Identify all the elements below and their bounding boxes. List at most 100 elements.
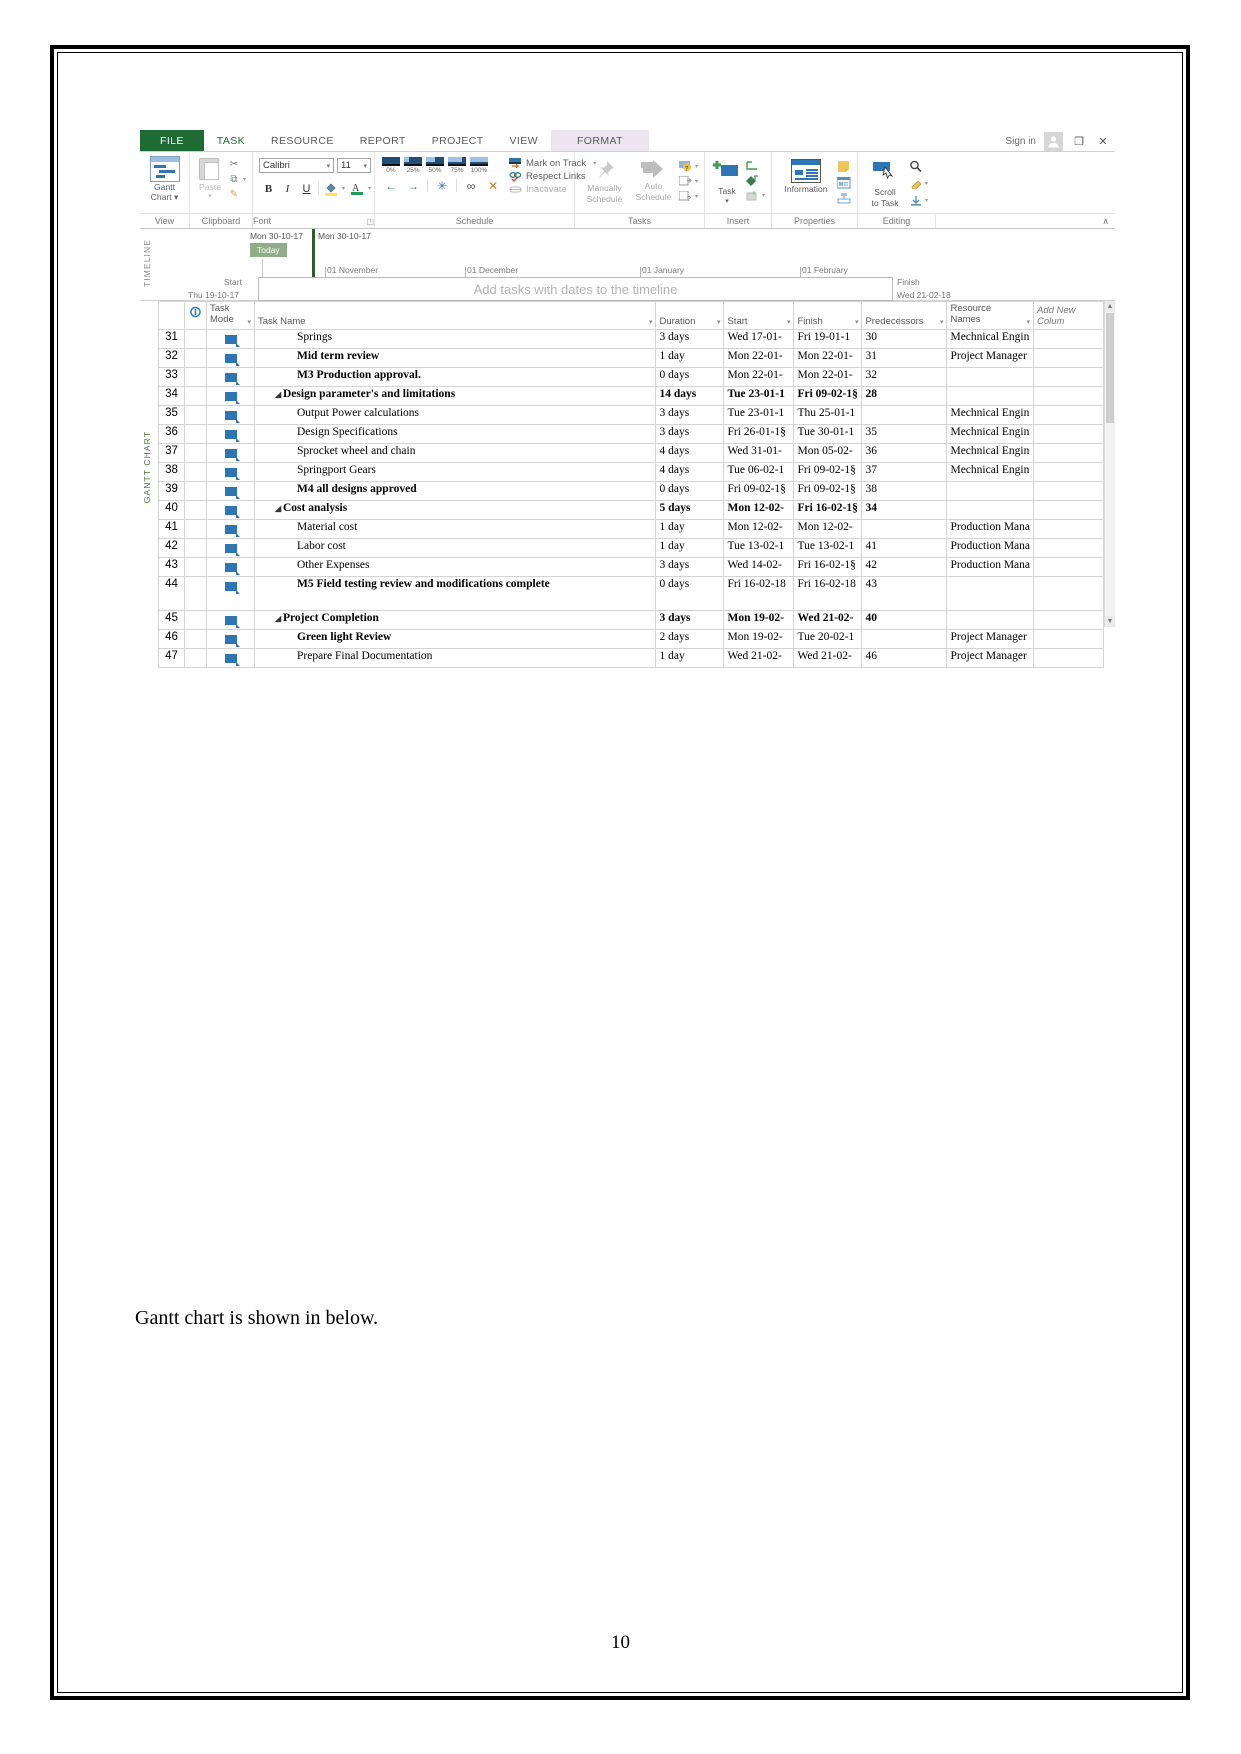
row-finish-cell[interactable]: Fri 16-02-1§ — [793, 557, 863, 577]
row-duration-cell[interactable]: 0 days — [655, 481, 725, 501]
collapse-ribbon-icon[interactable]: ∧ — [936, 214, 1115, 228]
row-start-cell[interactable]: Mon 19-02- — [723, 629, 795, 649]
row-task-name-cell[interactable]: ◢ Project Completion — [253, 610, 657, 630]
row-task-mode-cell[interactable] — [206, 443, 255, 463]
row-id-cell[interactable]: 37 — [158, 443, 185, 463]
row-task-name-cell[interactable]: Labor cost — [253, 538, 657, 558]
row-indicator-cell[interactable] — [184, 443, 207, 463]
row-duration-cell[interactable]: 0 days — [655, 367, 725, 387]
col-header-duration[interactable]: Duration ▾ — [655, 301, 725, 330]
row-predecessors-cell[interactable]: 38 — [861, 481, 948, 501]
font-dialog-launcher-icon[interactable]: ◳ — [366, 217, 374, 226]
col-header-start[interactable]: Start ▾ — [723, 301, 795, 330]
row-id-cell[interactable]: 40 — [158, 500, 185, 520]
row-task-name-cell[interactable]: ◢ Cost analysis — [253, 500, 657, 520]
row-indicator-cell[interactable] — [184, 629, 207, 649]
row-finish-cell[interactable]: Thu 25-01-1 — [793, 405, 863, 425]
tab-file[interactable]: FILE — [140, 130, 204, 151]
row-task-name-cell[interactable]: Green light Review — [253, 629, 657, 649]
table-row[interactable]: 42 Labor cost 1 day Tue 13-02-1 Tue 13-02-1 4… — [158, 538, 1104, 558]
row-add-new-cell[interactable] — [1033, 648, 1104, 668]
row-start-cell[interactable]: Mon 22-01- — [723, 348, 795, 368]
percent-75-button[interactable]: 75% — [447, 157, 467, 174]
row-resource-cell[interactable]: Project Manager — [946, 348, 1034, 368]
col-filter-finish-icon[interactable]: ▾ — [855, 318, 859, 326]
row-task-mode-cell[interactable] — [206, 424, 255, 444]
row-resource-cell[interactable] — [946, 481, 1034, 501]
percent-25-button[interactable]: 25% — [403, 157, 423, 174]
row-task-name-cell[interactable]: Sprocket wheel and chain — [253, 443, 657, 463]
expand-collapse-icon[interactable]: ◢ — [275, 614, 283, 623]
tab-format[interactable]: FORMAT — [550, 130, 649, 151]
row-id-cell[interactable]: 35 — [158, 405, 185, 425]
copy-dropdown-arrow[interactable]: ▾ — [243, 176, 246, 183]
row-task-name-cell[interactable]: Other Expenses — [253, 557, 657, 577]
row-resource-cell[interactable] — [946, 576, 1034, 611]
row-task-name-cell[interactable]: M3 Production approval. — [253, 367, 657, 387]
row-start-cell[interactable]: Fri 09-02-1§ — [723, 481, 795, 501]
milestone-icon[interactable] — [745, 174, 760, 187]
row-start-cell[interactable]: Mon 19-02- — [723, 610, 795, 630]
inspect-task-icon[interactable]: ? — [679, 160, 693, 173]
row-finish-cell[interactable]: Fri 09-02-1§ — [793, 462, 863, 482]
paste-button[interactable]: Paste ▾ — [196, 156, 224, 200]
row-start-cell[interactable]: Wed 17-01- — [723, 329, 795, 349]
row-task-mode-cell[interactable] — [206, 367, 255, 387]
row-add-new-cell[interactable] — [1033, 576, 1104, 611]
row-indicator-cell[interactable] — [184, 367, 207, 387]
row-add-new-cell[interactable] — [1033, 329, 1104, 349]
row-predecessors-cell[interactable]: 34 — [861, 500, 948, 520]
expand-collapse-icon[interactable]: ◢ — [275, 390, 283, 399]
row-finish-cell[interactable]: Fri 09-02-1§ — [793, 386, 863, 406]
row-indicator-cell[interactable] — [184, 610, 207, 630]
row-add-new-cell[interactable] — [1033, 557, 1104, 577]
row-duration-cell[interactable]: 1 day — [655, 538, 725, 558]
fill-chevron-icon[interactable]: ▾ — [925, 197, 928, 204]
row-id-cell[interactable]: 44 — [158, 576, 185, 611]
row-add-new-cell[interactable] — [1033, 462, 1104, 482]
task-mode-chevron-icon[interactable]: ▾ — [695, 193, 698, 200]
task-information-button[interactable]: Information — [778, 159, 834, 194]
row-add-new-cell[interactable] — [1033, 538, 1104, 558]
row-duration-cell[interactable]: 3 days — [655, 557, 725, 577]
row-id-cell[interactable]: 33 — [158, 367, 185, 387]
row-predecessors-cell[interactable]: 36 — [861, 443, 948, 463]
col-header-finish[interactable]: Finish ▾ — [793, 301, 863, 330]
inspect-chevron-icon[interactable]: ▾ — [695, 163, 698, 170]
gantt-chart-button[interactable]: Gantt Chart ▾ — [146, 156, 183, 202]
deliverable-icon[interactable] — [746, 189, 760, 202]
row-predecessors-cell[interactable]: 28 — [861, 386, 948, 406]
row-add-new-cell[interactable] — [1033, 348, 1104, 368]
tab-resource[interactable]: RESOURCE — [258, 130, 347, 151]
table-row[interactable]: 33 M3 Production approval. 0 days Mon 22-01… — [158, 367, 1104, 387]
row-indicator-cell[interactable] — [184, 405, 207, 425]
row-start-cell[interactable]: Tue 06-02-1 — [723, 462, 795, 482]
font-color-chevron-icon[interactable]: ▾ — [368, 185, 371, 192]
row-predecessors-cell[interactable]: 42 — [861, 557, 948, 577]
move-chevron-icon[interactable]: ▾ — [695, 178, 698, 185]
fill-icon[interactable] — [909, 194, 923, 207]
row-duration-cell[interactable]: 2 days — [655, 629, 725, 649]
expand-collapse-icon[interactable]: ◢ — [275, 504, 283, 513]
row-finish-cell[interactable]: Fri 19-01-1 — [793, 329, 863, 349]
table-row[interactable]: 45 ◢ Project Completion 3 days Mon 19-02- Wed… — [158, 610, 1104, 630]
row-start-cell[interactable]: Wed 21-02- — [723, 648, 795, 668]
row-duration-cell[interactable]: 0 days — [655, 576, 725, 611]
row-task-mode-cell[interactable] — [206, 329, 255, 349]
row-duration-cell[interactable]: 1 day — [655, 648, 725, 668]
manually-schedule-button[interactable]: Manually Schedule — [581, 158, 628, 204]
row-finish-cell[interactable]: Mon 12-02- — [793, 519, 863, 539]
row-start-cell[interactable]: Wed 31-01- — [723, 443, 795, 463]
col-filter-task-name-icon[interactable]: ▾ — [649, 318, 653, 326]
row-finish-cell[interactable]: Wed 21-02- — [793, 610, 863, 630]
col-header-resource-names[interactable]: Resource Names ▾ — [946, 301, 1034, 330]
move-task-icon[interactable] — [679, 175, 693, 188]
font-name-chevron-down-icon[interactable]: ▾ — [326, 162, 330, 170]
row-duration-cell[interactable]: 3 days — [655, 610, 725, 630]
row-task-mode-cell[interactable] — [206, 519, 255, 539]
percent-50-button[interactable]: 50% — [425, 157, 445, 174]
row-indicator-cell[interactable] — [184, 557, 207, 577]
row-task-mode-cell[interactable] — [206, 348, 255, 368]
insert-task-chevron-icon[interactable]: ▾ — [725, 198, 729, 205]
format-painter-icon[interactable]: ✎ — [227, 188, 241, 201]
